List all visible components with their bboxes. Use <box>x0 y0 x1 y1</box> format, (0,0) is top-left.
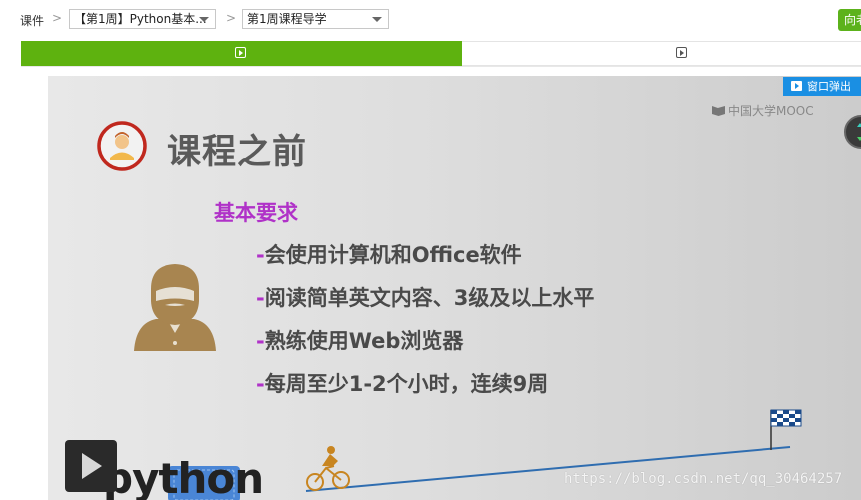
avatar-icon <box>97 121 147 171</box>
play-video-icon <box>235 47 246 58</box>
popout-label: 窗口弹出 <box>807 80 851 93</box>
week-select[interactable]: 【第1周】Python基本... <box>69 9 216 29</box>
requirement-item: -会使用计算机和Office软件 <box>256 243 522 267</box>
tab-video-2[interactable] <box>462 41 861 66</box>
tab-video-1[interactable] <box>21 41 462 66</box>
slide-subtitle: 基本要求 <box>214 201 298 225</box>
week-select-value: 【第1周】Python基本... <box>74 12 207 26</box>
cyclist-icon <box>306 446 350 491</box>
breadcrumb-root[interactable]: 课件 <box>20 12 44 29</box>
play-video-icon <box>676 47 687 58</box>
book-icon <box>712 106 725 116</box>
popout-icon <box>791 81 802 91</box>
arrow-down-icon <box>857 137 861 141</box>
play-button[interactable] <box>65 440 117 492</box>
requirement-item: -熟练使用Web浏览器 <box>256 329 464 353</box>
slide-title: 课程之前 <box>167 132 307 172</box>
watermark-text: https://blog.csdn.net/qq_30464257 <box>564 471 843 487</box>
arrow-up-icon <box>857 123 861 127</box>
python-wordmark: python <box>103 454 264 500</box>
ask-teacher-button[interactable]: 向老 <box>838 9 861 31</box>
lesson-select[interactable]: 第1周课程导学 <box>242 9 389 29</box>
chevron-right-icon: > <box>226 11 237 25</box>
requirement-item: -每周至少1-2个小时，连续9周 <box>256 372 549 396</box>
video-player[interactable]: 中国大学MOOC 课程之前 基本要求 -会使用计算机和Office软件 -阅读简… <box>48 76 861 500</box>
lesson-select-value: 第1周课程导学 <box>247 12 327 26</box>
chevron-down-icon <box>199 17 209 22</box>
mooc-logo: 中国大学MOOC <box>712 102 814 119</box>
person-icon <box>134 264 216 351</box>
popout-window-button[interactable]: 窗口弹出 <box>783 77 861 96</box>
mooc-logo-text: 中国大学MOOC <box>728 104 814 118</box>
tab-divider <box>21 66 861 67</box>
requirement-item: -阅读简单英文内容、3级及以上水平 <box>256 286 595 310</box>
chevron-down-icon <box>372 17 382 22</box>
finish-flag-icon <box>770 409 802 450</box>
chevron-right-icon: > <box>52 11 63 25</box>
